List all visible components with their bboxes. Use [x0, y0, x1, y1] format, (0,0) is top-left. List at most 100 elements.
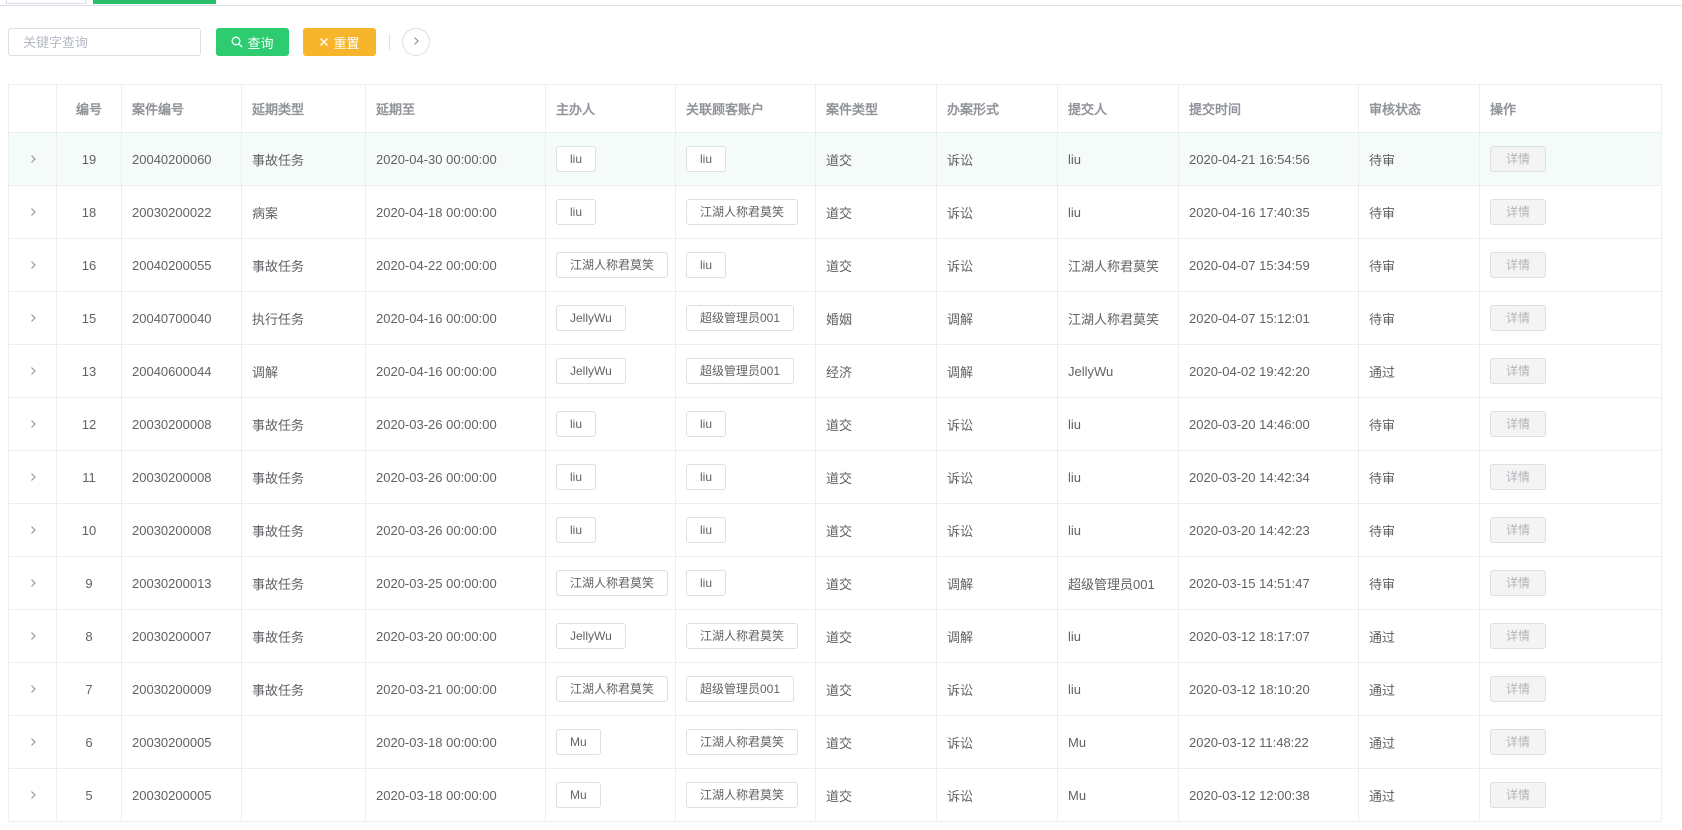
detail-button[interactable]: 详情	[1490, 199, 1546, 225]
host-tag: liu	[556, 411, 597, 437]
search-input[interactable]	[8, 28, 201, 56]
expand-cell[interactable]	[8, 556, 57, 610]
table-row[interactable]: 18 20030200022 病案 2020-04-18 00:00:00 liu 江湖人…	[8, 185, 1662, 239]
delay-to-cell: 2020-03-18 00:00:00	[365, 768, 546, 822]
mode-cell: 诉讼	[936, 185, 1058, 239]
detail-button[interactable]: 详情	[1490, 252, 1546, 278]
status-cell: 待审	[1358, 503, 1480, 557]
chevron-right-icon[interactable]	[19, 631, 46, 641]
chevron-right-icon[interactable]	[19, 525, 46, 535]
expand-cell[interactable]	[8, 609, 57, 663]
table-row[interactable]: 19 20040200060 事故任务 2020-04-30 00:00:00 liu l…	[8, 132, 1662, 186]
detail-button[interactable]: 详情	[1490, 570, 1546, 596]
table-row[interactable]: 16 20040200055 事故任务 2020-04-22 00:00:00 江湖人称…	[8, 238, 1662, 292]
action-cell: 详情	[1479, 132, 1662, 186]
expand-cell[interactable]	[8, 768, 57, 822]
detail-button[interactable]: 详情	[1490, 146, 1546, 172]
expand-cell[interactable]	[8, 397, 57, 451]
column-header-delay-to-col: 延期至	[365, 84, 546, 133]
host-tag: Mu	[556, 782, 601, 808]
detail-button[interactable]: 详情	[1490, 305, 1546, 331]
expand-cell[interactable]	[8, 662, 57, 716]
chevron-right-icon[interactable]	[19, 419, 46, 429]
customer-cell: 超级管理员001	[675, 291, 816, 345]
chevron-right-icon[interactable]	[19, 207, 46, 217]
chevron-right-icon[interactable]	[19, 366, 46, 376]
mode-cell: 诉讼	[936, 238, 1058, 292]
expand-cell[interactable]	[8, 450, 57, 504]
table-row[interactable]: 5 20030200005 2020-03-18 00:00:00 Mu 江湖人称君莫笑…	[8, 768, 1662, 822]
detail-button[interactable]: 详情	[1490, 623, 1546, 649]
delay-to-cell: 2020-04-16 00:00:00	[365, 344, 546, 398]
customer-tag: 超级管理员001	[686, 305, 795, 331]
customer-cell: 超级管理员001	[675, 344, 816, 398]
chevron-right-icon[interactable]	[19, 472, 46, 482]
table-row[interactable]: 7 20030200009 事故任务 2020-03-21 00:00:00 江湖人称君…	[8, 662, 1662, 716]
customer-cell: 江湖人称君莫笑	[675, 185, 816, 239]
detail-button[interactable]: 详情	[1490, 676, 1546, 702]
search-icon	[231, 36, 243, 48]
detail-button[interactable]: 详情	[1490, 358, 1546, 384]
table-row[interactable]: 11 20030200008 事故任务 2020-03-26 00:00:00 liu l…	[8, 450, 1662, 504]
chevron-right-icon[interactable]	[19, 260, 46, 270]
host-cell: liu	[545, 397, 676, 451]
column-header-host-col: 主办人	[545, 84, 676, 133]
query-button[interactable]: 查询	[216, 28, 289, 56]
status-cell: 待审	[1358, 397, 1480, 451]
collapse-toolbar-button[interactable]	[402, 28, 430, 56]
table-row[interactable]: 6 20030200005 2020-03-18 00:00:00 Mu 江湖人称君莫笑…	[8, 715, 1662, 769]
column-header-delay-type-col: 延期类型	[241, 84, 366, 133]
expand-cell[interactable]	[8, 238, 57, 292]
action-cell: 详情	[1479, 556, 1662, 610]
host-tag: Mu	[556, 729, 601, 755]
table-row[interactable]: 10 20030200008 事故任务 2020-03-26 00:00:00 liu l…	[8, 503, 1662, 557]
toolbar-divider	[389, 34, 390, 50]
detail-button[interactable]: 详情	[1490, 517, 1546, 543]
chevron-right-icon[interactable]	[19, 737, 46, 747]
customer-cell: liu	[675, 132, 816, 186]
expand-cell[interactable]	[8, 344, 57, 398]
chevron-right-icon[interactable]	[19, 313, 46, 323]
customer-tag: liu	[686, 411, 727, 437]
expand-cell[interactable]	[8, 132, 57, 186]
chevron-right-icon[interactable]	[19, 154, 46, 164]
detail-button[interactable]: 详情	[1490, 411, 1546, 437]
table-row[interactable]: 13 20040600044 调解 2020-04-16 00:00:00 JellyW…	[8, 344, 1662, 398]
host-tag: liu	[556, 517, 597, 543]
tab-inactive[interactable]	[6, 0, 86, 4]
column-header-customer-col: 关联顾客账户	[675, 84, 816, 133]
id-cell: 12	[56, 397, 122, 451]
chevron-right-icon[interactable]	[19, 684, 46, 694]
status-cell: 待审	[1358, 291, 1480, 345]
submit-time-cell: 2020-04-07 15:34:59	[1178, 238, 1359, 292]
case-no-cell: 20030200007	[121, 609, 242, 663]
detail-button[interactable]: 详情	[1490, 782, 1546, 808]
id-cell: 11	[56, 450, 122, 504]
delay-type-cell: 事故任务	[241, 609, 366, 663]
customer-tag: 江湖人称君莫笑	[686, 782, 799, 808]
tab-active[interactable]	[93, 0, 216, 4]
detail-button[interactable]: 详情	[1490, 729, 1546, 755]
case-type-cell: 道交	[815, 609, 937, 663]
table-row[interactable]: 15 20040700040 执行任务 2020-04-16 00:00:00 Jell…	[8, 291, 1662, 345]
chevron-right-icon[interactable]	[19, 578, 46, 588]
detail-button[interactable]: 详情	[1490, 464, 1546, 490]
expand-cell[interactable]	[8, 291, 57, 345]
expand-cell[interactable]	[8, 503, 57, 557]
action-cell: 详情	[1479, 662, 1662, 716]
chevron-right-icon[interactable]	[19, 790, 46, 800]
expand-cell[interactable]	[8, 715, 57, 769]
delay-to-cell: 2020-04-16 00:00:00	[365, 291, 546, 345]
host-tag: JellyWu	[556, 305, 626, 331]
submit-time-cell: 2020-03-20 14:42:23	[1178, 503, 1359, 557]
id-cell: 10	[56, 503, 122, 557]
table-row[interactable]: 12 20030200008 事故任务 2020-03-26 00:00:00 liu l…	[8, 397, 1662, 451]
table-row[interactable]: 8 20030200007 事故任务 2020-03-20 00:00:00 Jelly…	[8, 609, 1662, 663]
status-cell: 待审	[1358, 238, 1480, 292]
mode-cell: 调解	[936, 609, 1058, 663]
expand-cell[interactable]	[8, 185, 57, 239]
table-row[interactable]: 9 20030200013 事故任务 2020-03-25 00:00:00 江湖人称君…	[8, 556, 1662, 610]
host-cell: 江湖人称君莫笑	[545, 662, 676, 716]
reset-button[interactable]: 重置	[303, 28, 376, 56]
delay-type-cell: 事故任务	[241, 556, 366, 610]
